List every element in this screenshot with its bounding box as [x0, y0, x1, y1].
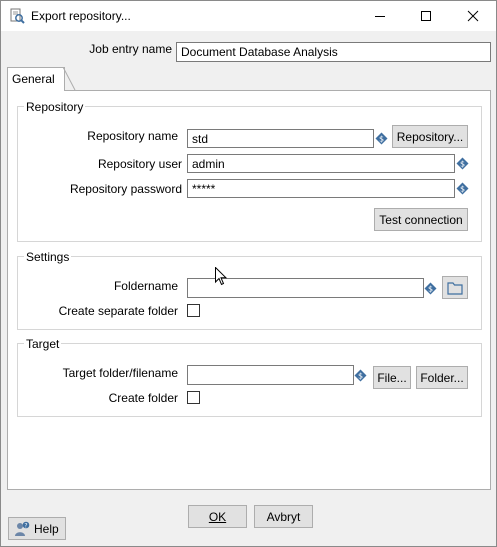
job-entry-name-input[interactable]: Document Database Analysis	[176, 42, 491, 62]
variable-icon[interactable]: $	[375, 132, 388, 145]
ok-button[interactable]: OK	[188, 505, 247, 528]
cancel-button[interactable]: Avbryt	[254, 505, 313, 528]
repository-button[interactable]: Repository...	[392, 125, 468, 148]
svg-text:$: $	[460, 185, 465, 194]
variable-icon[interactable]: $	[354, 369, 367, 382]
tab-general[interactable]: General	[7, 67, 65, 91]
target-group-title: Target	[24, 337, 62, 351]
folder-button[interactable]: Folder...	[416, 366, 468, 389]
settings-group-title: Settings	[24, 250, 72, 264]
svg-text:$: $	[460, 160, 465, 169]
target-filename-input[interactable]	[187, 365, 354, 385]
folder-icon	[447, 281, 463, 295]
variable-icon[interactable]: $	[456, 157, 469, 170]
variable-icon[interactable]: $	[456, 182, 469, 195]
help-button-label: Help	[34, 521, 59, 536]
close-icon	[467, 10, 479, 22]
repository-user-label: Repository user	[97, 157, 182, 171]
test-connection-button[interactable]: Test connection	[374, 208, 468, 231]
close-button[interactable]	[450, 1, 496, 31]
create-folder-label: Create folder	[108, 391, 178, 405]
help-icon: ?	[15, 521, 30, 536]
minimize-icon	[375, 16, 385, 17]
target-filename-label: Target folder/filename	[62, 366, 178, 380]
repository-name-input[interactable]: std	[187, 129, 374, 148]
svg-text:$: $	[358, 372, 363, 381]
cancel-button-label: Avbryt	[266, 509, 301, 524]
title-bar: Export repository...	[1, 1, 496, 31]
help-button[interactable]: ? Help	[8, 517, 66, 540]
tab-general-label: General	[12, 72, 55, 86]
svg-text:$: $	[379, 135, 384, 144]
repository-password-label: Repository password	[69, 182, 182, 196]
repository-export-icon	[10, 8, 25, 24]
create-folder-checkbox[interactable]	[187, 391, 200, 404]
variable-icon[interactable]: $	[424, 282, 437, 295]
svg-text:?: ?	[24, 522, 27, 529]
create-separate-folder-checkbox[interactable]	[187, 304, 200, 317]
foldername-label: Foldername	[113, 279, 178, 293]
create-separate-folder-label: Create separate folder	[58, 304, 178, 318]
mouse-cursor-icon	[215, 267, 227, 286]
svg-text:$: $	[428, 285, 433, 294]
window-title: Export repository...	[31, 9, 131, 23]
repository-name-label: Repository name	[87, 129, 178, 143]
repository-user-input[interactable]: admin	[187, 154, 455, 173]
repository-password-input[interactable]: *****	[187, 179, 455, 198]
export-repository-dialog: Export repository... Job entry name Docu…	[0, 0, 497, 547]
tab-corner	[63, 67, 76, 91]
repository-group-title: Repository	[24, 100, 86, 114]
file-button[interactable]: File...	[373, 366, 411, 389]
browse-folder-button[interactable]	[442, 276, 468, 299]
ok-button-label: OK	[208, 509, 227, 524]
job-entry-name-label: Job entry name	[89, 42, 172, 56]
minimize-button[interactable]	[357, 1, 403, 31]
maximize-button[interactable]	[403, 1, 449, 31]
maximize-icon	[421, 11, 431, 21]
